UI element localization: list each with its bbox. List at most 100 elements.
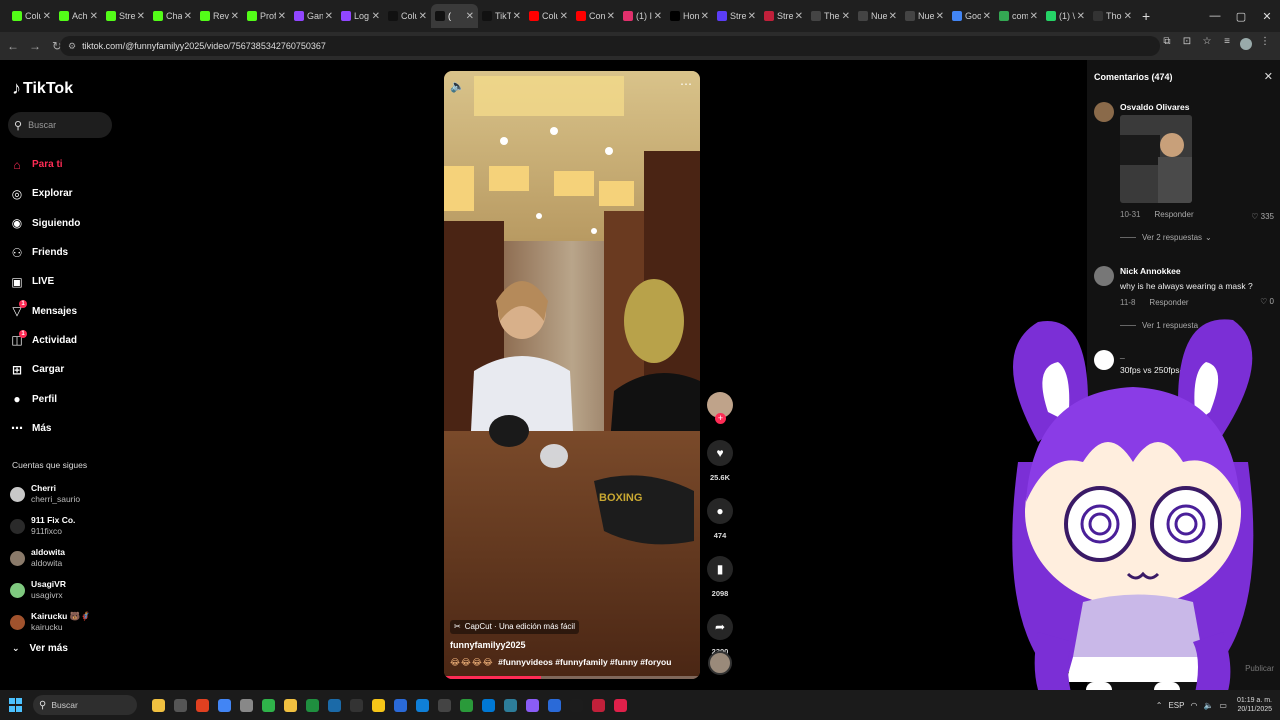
taskbar-app-icon[interactable] (499, 694, 521, 716)
comment-author[interactable]: Nick Annokkee (1120, 266, 1274, 276)
browser-tab[interactable]: Gan ✕ (290, 4, 337, 28)
taskbar-app-icon[interactable] (169, 694, 191, 716)
video-player[interactable]: BOXING 🔈 ⋯ ✂ CapCut · Una edición más fá… (444, 71, 700, 679)
close-tab-icon[interactable]: ✕ (560, 11, 568, 22)
comment-author[interactable]: Osvaldo Olivares (1120, 102, 1274, 112)
menu-icon[interactable]: ⋮ (1258, 36, 1272, 52)
taskbar-app-icon[interactable] (301, 694, 323, 716)
browser-tab[interactable]: Prof ✕ (243, 4, 290, 28)
taskbar-app-icon[interactable] (609, 694, 631, 716)
close-window-icon[interactable]: ✕ (1254, 10, 1280, 23)
close-tab-icon[interactable]: ✕ (43, 11, 51, 22)
browser-tab[interactable]: com ✕ (995, 4, 1042, 28)
close-tab-icon[interactable]: ✕ (1077, 11, 1085, 22)
browser-tab[interactable]: Stre ✕ (102, 4, 149, 28)
url-field[interactable]: ⚙ tiktok.com/@funnyfamilyy2025/video/756… (60, 36, 1160, 56)
reply-button[interactable]: Responder (1154, 210, 1193, 219)
browser-tab[interactable]: Revi✕ (196, 4, 243, 28)
following-account[interactable]: Kairucku 🐻🦸 kairucku (10, 606, 135, 638)
bookmark-icon[interactable]: ▮ (707, 556, 733, 582)
taskbar-app-icon[interactable] (213, 694, 235, 716)
browser-tab[interactable]: TikT ✕ (478, 4, 525, 28)
taskbar-app-icon[interactable] (455, 694, 477, 716)
taskbar-app-icon[interactable] (521, 694, 543, 716)
ver-mas-button[interactable]: ⌄ Ver más (12, 643, 68, 654)
nav-item[interactable]: ⋯ Más (10, 414, 135, 443)
browser-tab[interactable]: (✕ (431, 4, 478, 28)
close-tab-icon[interactable]: ✕ (795, 11, 803, 22)
taskbar-app-icon[interactable] (345, 694, 367, 716)
translate-icon[interactable]: ⧉ (1160, 36, 1174, 52)
browser-tab[interactable]: (1) \ ✕ (1042, 4, 1089, 28)
windows-start-icon[interactable] (9, 698, 23, 712)
close-tab-icon[interactable]: ✕ (231, 11, 239, 22)
heart-icon[interactable]: ♥ (707, 440, 733, 466)
taskbar-app-icon[interactable] (543, 694, 565, 716)
reply-button[interactable]: Responder (1149, 298, 1188, 307)
close-tab-icon[interactable]: ✕ (466, 11, 474, 22)
close-tab-icon[interactable]: ✕ (1030, 11, 1038, 22)
clock[interactable]: 01:19 a. m. 20/11/2025 (1237, 696, 1272, 714)
following-account[interactable]: Cherri cherri_saurio (10, 478, 135, 510)
video-progress-bar[interactable] (444, 676, 700, 679)
follow-plus-icon[interactable]: + (715, 413, 726, 424)
close-icon[interactable]: ✕ (1264, 70, 1273, 83)
comment-avatar[interactable] (1094, 102, 1114, 122)
close-tab-icon[interactable]: ✕ (654, 11, 662, 22)
close-tab-icon[interactable]: ✕ (1124, 11, 1132, 22)
nav-item[interactable]: ◉ Siguiendo (10, 209, 135, 238)
browser-tab[interactable]: Goo ✕ (948, 4, 995, 28)
browser-tab[interactable]: Tho ✕ (1089, 4, 1136, 28)
close-tab-icon[interactable]: ✕ (607, 11, 615, 22)
minimize-icon[interactable]: — (1202, 10, 1228, 22)
close-tab-icon[interactable]: ✕ (184, 11, 192, 22)
taskbar-app-icon[interactable] (279, 694, 301, 716)
caption-hashtags[interactable]: #funnyvideos #funnyfamily #funny #foryou (498, 657, 671, 667)
browser-tab[interactable]: Con ✕ (572, 4, 619, 28)
close-tab-icon[interactable]: ✕ (325, 11, 333, 22)
taskbar-app-icon[interactable] (367, 694, 389, 716)
chevron-up-icon[interactable]: ⌃ (1156, 701, 1163, 710)
maximize-icon[interactable]: ▢ (1228, 10, 1254, 23)
profile-avatar[interactable] (1240, 38, 1252, 50)
close-tab-icon[interactable]: ✕ (137, 11, 145, 22)
close-tab-icon[interactable]: ✕ (983, 11, 991, 22)
close-tab-icon[interactable]: ✕ (278, 11, 286, 22)
speaker-icon[interactable]: 🔈 (1203, 701, 1213, 710)
browser-tab[interactable]: Nue ✕ (901, 4, 948, 28)
taskbar-app-icon[interactable] (411, 694, 433, 716)
install-icon[interactable]: ⊡ (1180, 36, 1194, 52)
nav-item[interactable]: ● Perfil (10, 384, 135, 413)
like-action[interactable]: ♥ 25.6K (706, 440, 734, 482)
comment-action[interactable]: ● 474 (706, 498, 734, 540)
following-account[interactable]: UsagiVR usagivrx (10, 574, 135, 606)
comment-image[interactable] (1120, 115, 1192, 203)
browser-tab[interactable]: Colu✕ (525, 4, 572, 28)
capcut-tag[interactable]: ✂ CapCut · Una edición más fácil (450, 620, 579, 634)
close-tab-icon[interactable]: ✕ (936, 11, 944, 22)
nav-item[interactable]: ◫ 1 Actividad (10, 326, 135, 355)
browser-tab[interactable]: Achi✕ (55, 4, 102, 28)
close-tab-icon[interactable]: ✕ (701, 11, 709, 22)
reading-list-icon[interactable]: ≡ (1220, 36, 1234, 52)
close-tab-icon[interactable]: ✕ (90, 11, 98, 22)
new-tab-button[interactable]: + (1142, 8, 1150, 24)
wifi-icon[interactable]: ◠ (1190, 701, 1197, 710)
share-icon[interactable]: ➦ (707, 614, 733, 640)
browser-tab[interactable]: Colu✕ (384, 4, 431, 28)
volume-icon[interactable]: 🔈 (450, 79, 465, 93)
nav-item[interactable]: ⊞ Cargar (10, 355, 135, 384)
comment-icon[interactable]: ● (707, 498, 733, 524)
creator-avatar[interactable]: + (707, 392, 733, 424)
close-tab-icon[interactable]: ✕ (748, 11, 756, 22)
close-tab-icon[interactable]: ✕ (419, 11, 427, 22)
following-account[interactable]: aldowita aldowita (10, 542, 135, 574)
back-icon[interactable]: ← (4, 39, 22, 53)
browser-tab[interactable]: Stre ✕ (713, 4, 760, 28)
taskbar-app-icon[interactable] (191, 694, 213, 716)
taskbar-app-icon[interactable] (147, 694, 169, 716)
comment-like[interactable]: ♡ 0 (1260, 297, 1274, 306)
nav-item[interactable]: ⚇ Friends (10, 238, 135, 267)
forward-icon[interactable]: → (26, 39, 44, 53)
taskbar-search[interactable]: ⚲ Buscar (33, 695, 137, 715)
